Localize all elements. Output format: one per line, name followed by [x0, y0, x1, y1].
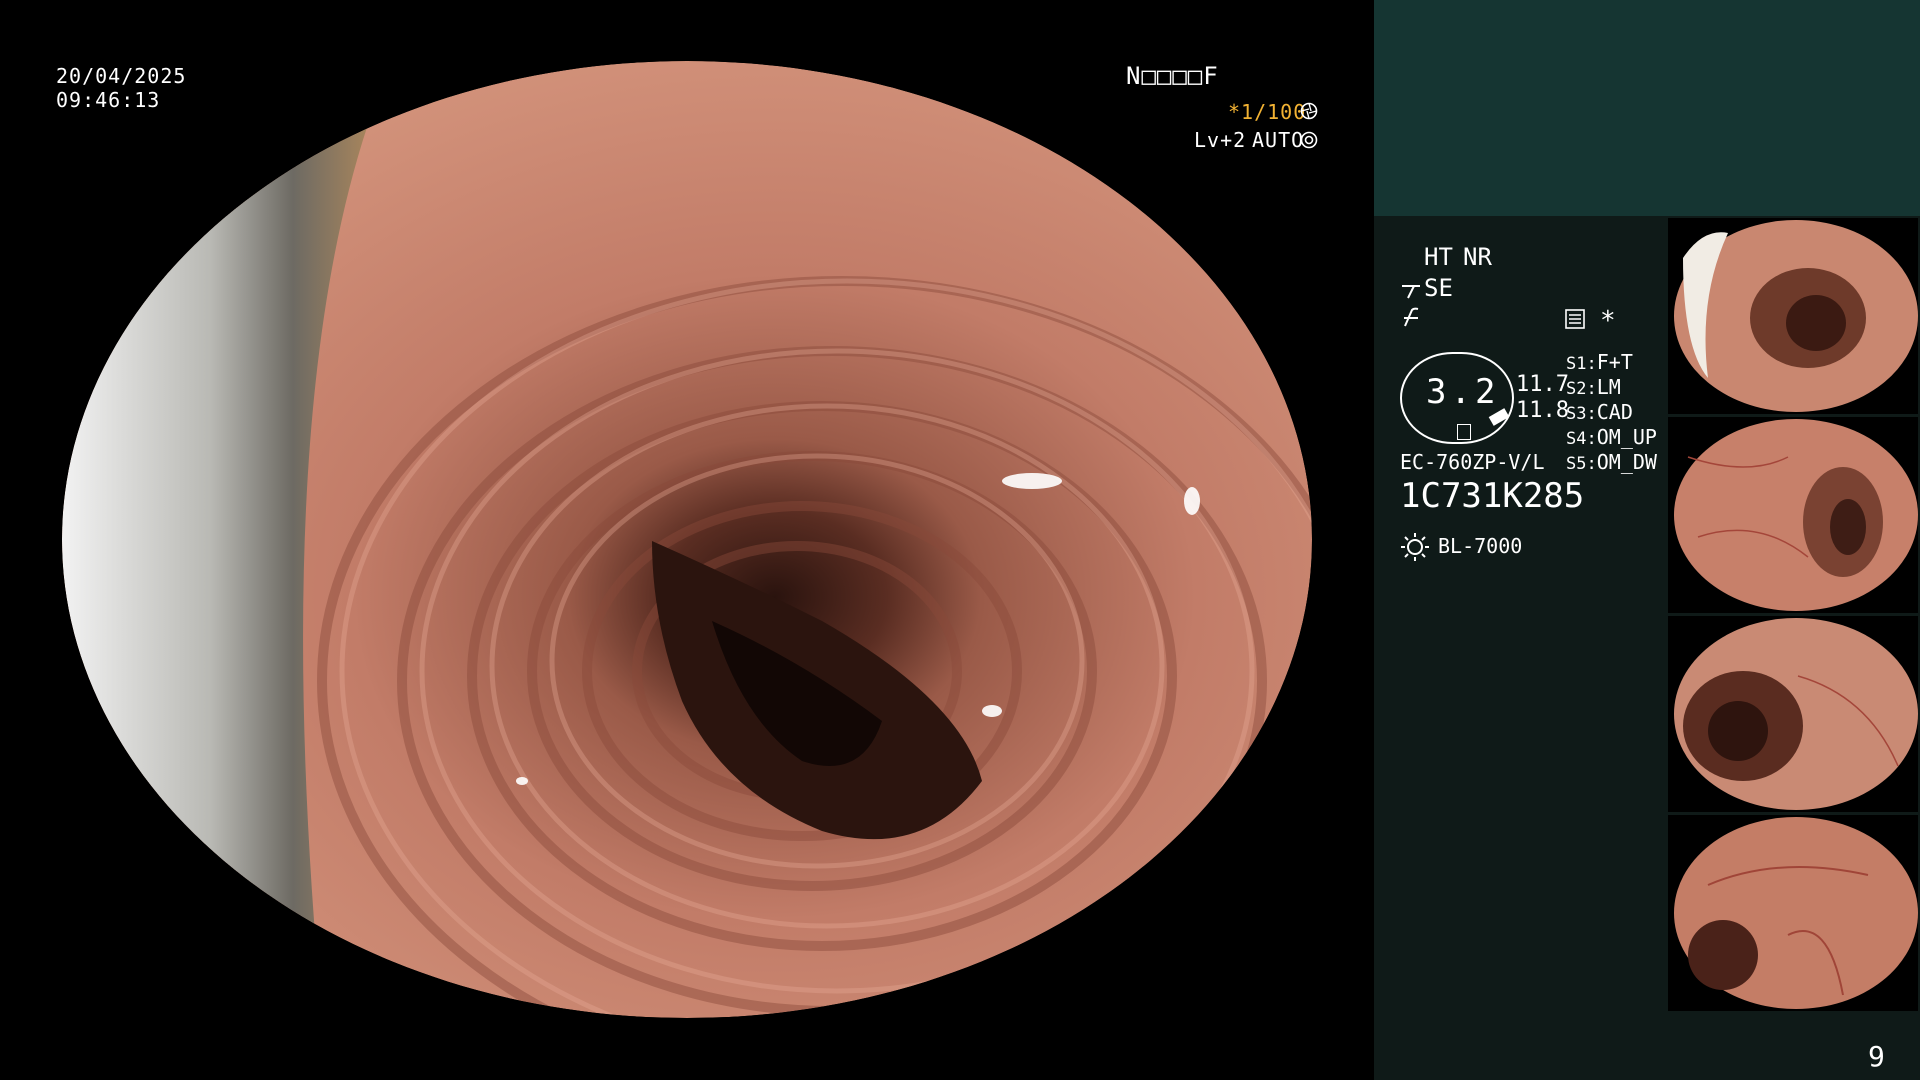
switch-s1: S1:F+T — [1566, 350, 1633, 374]
capture-thumbnail[interactable] — [1668, 417, 1918, 616]
switch-s3: S3:CAD — [1566, 400, 1633, 424]
date-readout: 20/04/2025 — [56, 64, 187, 88]
scope-serial: 1C731K285 — [1400, 476, 1585, 516]
panel-header-area — [1374, 0, 1920, 216]
enhancement-icon — [1402, 285, 1420, 299]
ht-indicator: HT — [1424, 243, 1453, 271]
page-number: 9 — [1868, 1040, 1885, 1073]
switch-s4: S4:OM_UP — [1566, 425, 1657, 449]
light-source-label: BL-7000 — [1438, 534, 1523, 558]
switch-s5: S5:OM_DW — [1566, 450, 1657, 474]
gauge-box-indicator — [1457, 424, 1471, 440]
scope-model: EC-760ZP-V/L — [1400, 450, 1545, 474]
se-indicator: SE — [1424, 274, 1453, 302]
gauge-value: 3.2 — [1426, 372, 1500, 412]
endoscopic-view — [62, 61, 1312, 1018]
time-readout: 09:46:13 — [56, 88, 161, 112]
asterisk-indicator: * — [1600, 306, 1616, 336]
capture-thumbnail[interactable] — [1668, 815, 1918, 1014]
colon-lumen-image — [62, 61, 1312, 1018]
aperture-icon — [1300, 102, 1318, 120]
shutter-readout: *1/100 — [1228, 100, 1307, 124]
switch-s2: S2:LM — [1566, 375, 1621, 399]
nr-indicator: NR — [1463, 243, 1492, 271]
light-source-icon — [1401, 533, 1429, 561]
capture-thumbnail[interactable] — [1668, 218, 1918, 417]
side-value-2: 11.8 — [1516, 398, 1569, 423]
capture-thumbnail[interactable] — [1668, 616, 1918, 815]
iris-icon — [1300, 131, 1318, 149]
iris-readout: AUTO — [1252, 128, 1305, 152]
side-value-1: 11.7 — [1516, 372, 1569, 397]
curve-icon — [1404, 307, 1419, 327]
level-readout: Lv+2 — [1194, 128, 1247, 152]
settings-menu-icon — [1565, 309, 1585, 329]
patient-field: N□□□□F — [1126, 62, 1219, 90]
